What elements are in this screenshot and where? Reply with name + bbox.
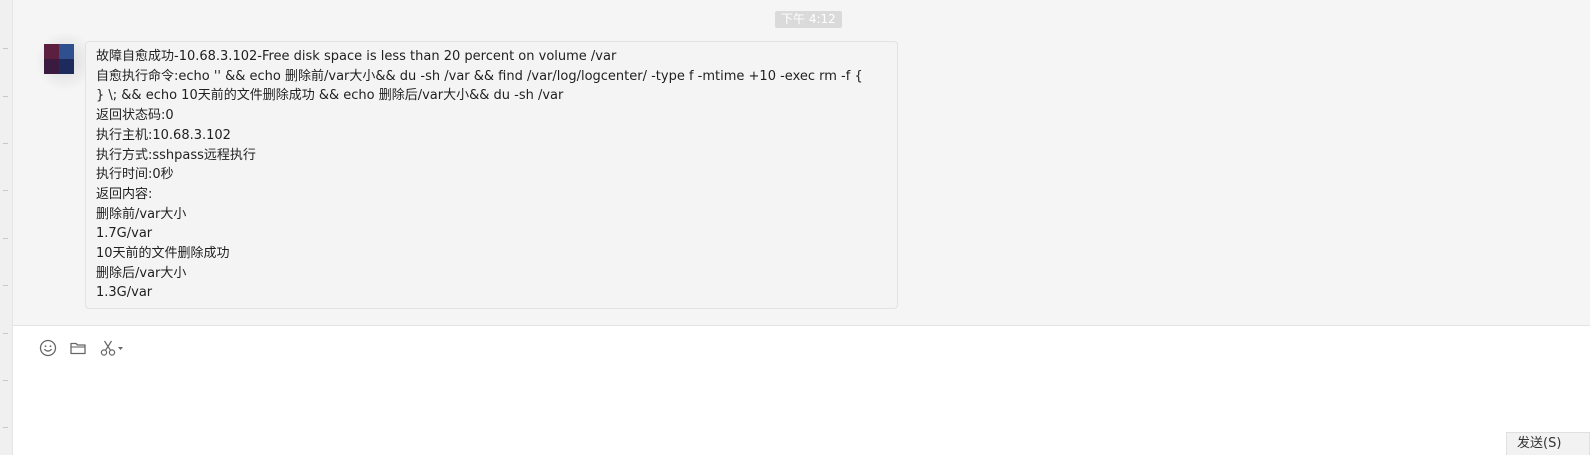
message-line: 执行方式:sshpass远程执行 xyxy=(96,147,256,163)
sidebar-tick xyxy=(3,190,8,191)
message-line: 删除前/var大小 xyxy=(96,206,187,222)
chat-history[interactable]: 下午 4:12 故障自愈成功-10.68.3.102-Free disk spa… xyxy=(13,0,1590,325)
message-line: } \; && echo 10天前的文件删除成功 && echo 删除后/var… xyxy=(96,88,564,104)
message-line: 1.7G/var xyxy=(96,226,153,242)
sidebar-tick xyxy=(3,48,8,49)
folder-icon[interactable] xyxy=(69,339,87,357)
message-line: 10天前的文件删除成功 xyxy=(96,246,230,262)
message-line: 返回状态码:0 xyxy=(96,108,174,124)
avatar-pixel xyxy=(44,44,59,59)
sidebar-tick xyxy=(3,285,8,286)
message-line: 删除后/var大小 xyxy=(96,265,187,281)
left-sidebar-edge xyxy=(0,0,13,455)
message-line: 执行主机:10.68.3.102 xyxy=(96,127,231,143)
message-timestamp: 下午 4:12 xyxy=(775,11,842,28)
sidebar-tick xyxy=(3,238,8,239)
message-bubble[interactable]: 故障自愈成功-10.68.3.102-Free disk space is le… xyxy=(85,41,898,309)
message-line: 自愈执行命令:echo '' && echo 删除前/var大小&& du -s… xyxy=(96,68,863,84)
message-line: 1.3G/var xyxy=(96,285,153,301)
message-line: 返回内容: xyxy=(96,186,153,202)
message-composer: 发送(S) xyxy=(13,326,1590,455)
sidebar-tick xyxy=(3,380,8,381)
send-button[interactable]: 发送(S) xyxy=(1506,432,1590,455)
message-line: 故障自愈成功-10.68.3.102-Free disk space is le… xyxy=(96,49,617,64)
avatar-pixel xyxy=(59,44,74,59)
sidebar-tick xyxy=(3,333,8,334)
sidebar-tick xyxy=(3,143,8,144)
avatar-pixel xyxy=(44,59,59,74)
composer-toolbar xyxy=(39,337,125,359)
sidebar-tick xyxy=(3,427,8,428)
avatar-pixel xyxy=(59,59,74,74)
sidebar-tick xyxy=(3,96,8,97)
scissors-icon[interactable] xyxy=(99,339,125,357)
emoji-icon[interactable] xyxy=(39,339,57,357)
message-line: 执行时间:0秒 xyxy=(96,167,174,183)
message-input[interactable] xyxy=(39,368,1503,432)
